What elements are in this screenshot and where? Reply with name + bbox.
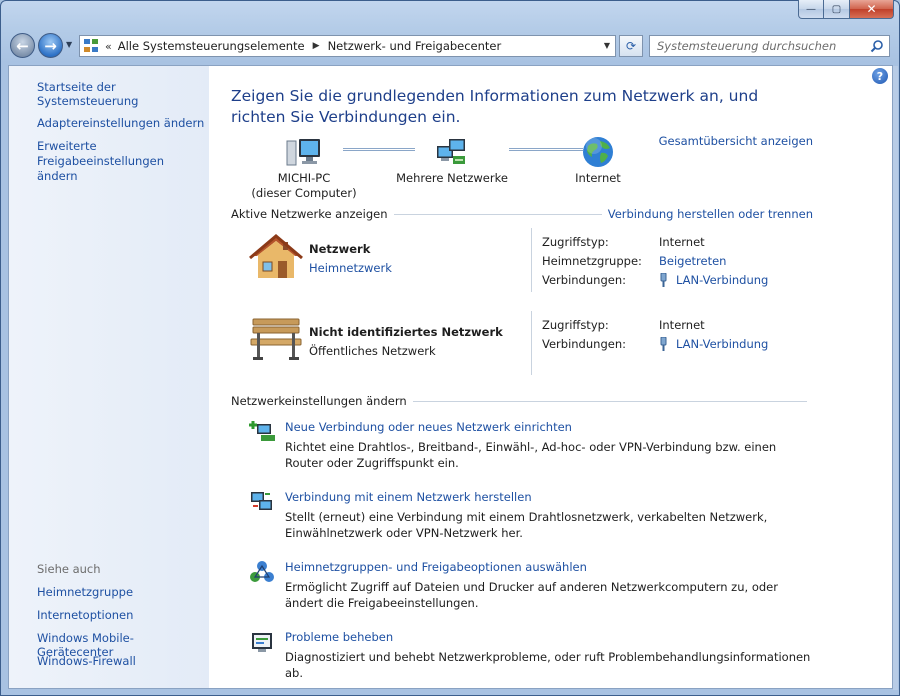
property-value: Internet [659,317,705,332]
task-link[interactable]: Heimnetzgruppen- und Freigabeoptionen au… [285,560,587,574]
arrow-right-icon: → [44,36,57,55]
close-button[interactable]: ✕ [850,0,894,19]
maximize-button[interactable]: ▢ [824,0,850,19]
connect-network-icon [251,492,272,510]
forward-button[interactable]: → [38,33,63,58]
networks-label: Mehrere Netzwerke [396,171,508,185]
search-placeholder: Systemsteuerung durchsuchen [657,39,837,53]
lan-plug-icon [660,272,667,287]
computer-icon [286,139,320,166]
page-title: Zeigen Sie die grundlegenden Information… [231,87,759,126]
network-entry-home: Netzwerk Heimnetzwerk Zugriffstyp: Inter… [231,226,813,296]
full-map-link[interactable]: Gesamtübersicht anzeigen [659,134,813,148]
network-properties: Zugriffstyp: Internet Verbindungen: LAN-… [542,315,768,353]
divider [531,311,532,375]
homegroup-icon [250,561,274,582]
arrow-left-icon: ← [16,36,29,55]
task-link[interactable]: Verbindung mit einem Netzwerk herstellen [285,490,532,504]
property-row: Zugriffstyp: Internet [542,232,768,251]
breadcrumb-overflow[interactable]: « [105,40,112,53]
park-bench-icon [250,318,302,360]
network-type: Öffentliches Netzwerk [309,344,436,358]
minimize-button[interactable]: — [798,0,824,19]
connect-disconnect-link[interactable]: Verbindung herstellen oder trennen [608,207,813,221]
sidebar-link-internet-options[interactable]: Internetoptionen [37,608,133,622]
task-description: Ermöglicht Zugriff auf Dateien und Druck… [285,580,778,610]
task-description: Diagnostiziert und behebt Netzwerkproble… [285,650,811,680]
computer-name: MICHI-PC [277,171,331,185]
active-networks-header: Aktive Netzwerke anzeigen Verbindung her… [231,207,813,221]
divider [412,400,807,402]
help-icon: ? [876,69,884,83]
property-key: Zugriffstyp: [542,234,609,249]
house-icon [249,234,303,278]
network-type-link[interactable]: Heimnetzwerk [309,261,392,275]
map-node-networks[interactable]: Mehrere Netzwerke [396,134,508,186]
property-value: Internet [659,234,705,249]
breadcrumb-all-items[interactable]: Alle Systemsteuerungselemente [118,39,305,53]
map-node-internet[interactable]: Internet [563,134,633,186]
change-settings-header: Netzwerkeinstellungen ändern [231,394,813,408]
network-entry-public: Nicht identifiziertes Netzwerk Öffentlic… [231,309,813,379]
property-row: Verbindungen: LAN-Verbindung [542,270,768,289]
property-row: Zugriffstyp: Internet [542,315,768,334]
property-key: Verbindungen: [542,272,626,287]
help-button[interactable]: ? [872,68,888,84]
refresh-button[interactable]: ⟳ [619,35,643,57]
breadcrumb-separator[interactable]: ▶ [313,41,320,51]
property-key: Verbindungen: [542,336,626,351]
refresh-icon: ⟳ [625,39,637,53]
computer-subtitle: (dieser Computer) [251,186,357,200]
address-bar[interactable]: « Alle Systemsteuerungselemente ▶ Netzwe… [79,35,616,57]
homegroup-joined-link[interactable]: Beigetreten [659,254,726,268]
caption-buttons: — ▢ ✕ [798,0,894,19]
change-settings-heading: Netzwerkeinstellungen ändern [231,394,407,408]
network-name: Netzwerk [309,242,371,256]
network-properties: Zugriffstyp: Internet Heimnetzgruppe: Be… [542,232,768,289]
divider [531,228,532,292]
lan-connection-link[interactable]: LAN-Verbindung [676,337,768,351]
network-name: Nicht identifiziertes Netzwerk [309,325,503,339]
breadcrumb-network-center[interactable]: Netzwerk- und Freigabecenter [328,39,502,53]
main-panel: Zeigen Sie die grundlegenden Information… [231,66,813,688]
search-input[interactable]: Systemsteuerung durchsuchen [649,35,890,57]
sidebar-link-homegroup[interactable]: Heimnetzgruppe [37,585,133,599]
lan-plug-icon [660,336,667,351]
task-description: Richtet eine Drahtlos-, Breitband-, Einw… [285,440,777,470]
property-row: Heimnetzgruppe: Beigetreten [542,251,768,270]
recent-pages-dropdown[interactable]: ▼ [66,40,72,49]
globe-icon [583,137,613,167]
map-node-computer[interactable]: MICHI-PC (dieser Computer) [251,134,357,201]
search-icon[interactable] [870,39,884,53]
property-key: Zugriffstyp: [542,317,609,332]
address-dropdown-icon[interactable]: ▼ [604,41,610,50]
property-key: Heimnetzgruppe: [542,253,642,268]
sidebar: Startseite der Systemsteuerung Adapterei… [9,66,209,688]
task-link[interactable]: Neue Verbindung oder neues Netzwerk einr… [285,420,572,434]
troubleshoot-icon [252,633,272,652]
content-area: Startseite der Systemsteuerung Adapterei… [8,65,893,689]
active-networks-heading: Aktive Netzwerke anzeigen [231,207,388,221]
control-panel-icon [84,39,100,53]
sidebar-link-adapter-settings[interactable]: Adaptereinstellungen ändern [37,116,204,130]
sidebar-link-sharing-settings[interactable]: Erweiterte Freigabeeinstellungen ändern [37,139,207,184]
see-also-heading: Siehe auch [37,562,101,576]
internet-label: Internet [575,171,621,185]
property-row: Verbindungen: LAN-Verbindung [542,334,768,353]
divider [393,213,602,215]
window-border-right [893,66,898,690]
task-link[interactable]: Probleme beheben [285,630,393,644]
new-connection-icon [249,421,275,441]
lan-connection-link[interactable]: LAN-Verbindung [676,273,768,287]
multiple-networks-icon [437,139,465,164]
sidebar-link-home[interactable]: Startseite der Systemsteuerung [37,80,209,108]
sidebar-link-firewall[interactable]: Windows-Firewall [37,654,136,668]
back-button[interactable]: ← [10,33,35,58]
task-description: Stellt (erneut) eine Verbindung mit eine… [285,510,768,540]
